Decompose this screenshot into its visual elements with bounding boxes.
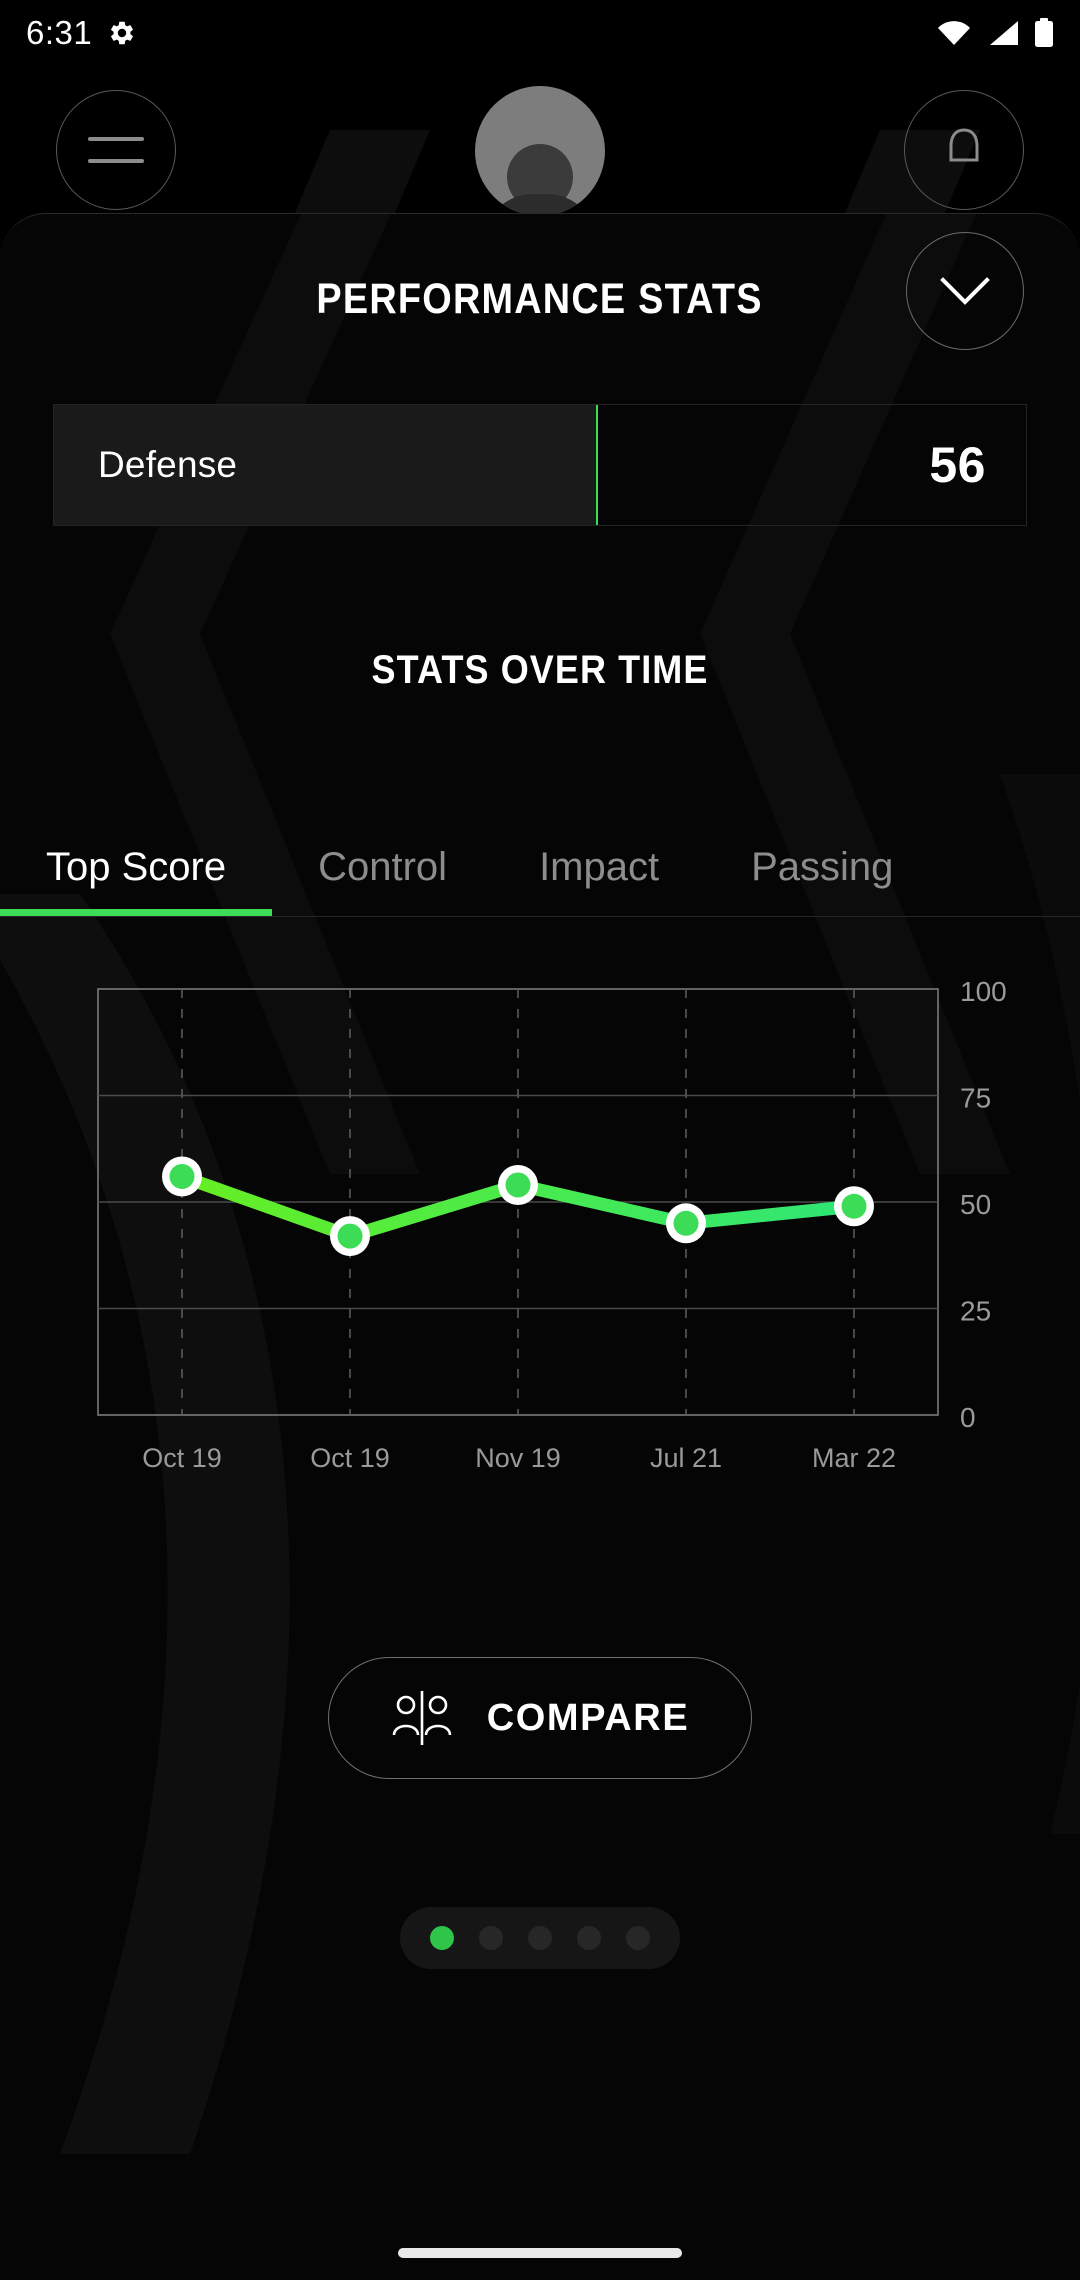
gear-icon [111,21,134,45]
performance-stats-sheet: PERFORMANCE STATS Defense 56 STATS OVER … [0,213,1080,2280]
compare-button[interactable]: COMPARE [327,1657,753,1779]
stats-tabs: Top Score Control Impact Passing [0,809,1080,917]
page-dot[interactable] [577,1926,601,1950]
tab-impact[interactable]: Impact [493,845,705,916]
collapse-sheet-button[interactable] [906,232,1024,350]
chart-xtick-label: Oct 19 [310,1443,390,1473]
line-chart-svg: 0 25 50 75 100 Oct 19 Oct 19 Nov 19 Jul 21 Mar 22 [97,976,1007,1473]
bell-icon [949,128,979,162]
sheet-header: PERFORMANCE STATS [0,214,1080,384]
hamburger-menu-button[interactable] [56,90,176,210]
pager-section [0,1907,1080,1969]
notifications-button[interactable] [904,90,1024,210]
chart-xtick-label: Jul 21 [650,1443,722,1473]
chart-point [505,1172,531,1198]
stat-row-defense[interactable]: Defense 56 [53,404,1027,526]
page-indicator[interactable] [400,1907,680,1969]
tab-top-score[interactable]: Top Score [0,845,273,916]
stat-value: 56 [929,437,986,493]
tab-control[interactable]: Control [272,845,493,916]
compare-section: COMPARE [0,1657,1080,1779]
page-title: PERFORMANCE STATS [316,274,764,323]
chevron-down-icon [940,277,990,305]
chart-xtick-label: Nov 19 [475,1443,561,1473]
stats-line-chart[interactable]: 0 25 50 75 100 Oct 19 Oct 19 Nov 19 Jul 21 Mar 22 [0,967,1080,1497]
chart-point [169,1163,195,1189]
status-bar: 6:31 [0,0,1080,66]
status-bar-clock: 6:31 [26,14,93,51]
page-dot[interactable] [626,1926,650,1950]
chart-point [841,1193,867,1219]
chart-point [673,1210,699,1236]
chart-ytick-label: 100 [960,976,1007,1007]
tab-passing[interactable]: Passing [705,845,939,916]
hamburger-menu-icon [88,137,144,163]
avatar[interactable] [475,86,605,216]
chart-point [337,1223,363,1249]
cellular-signal-icon [990,21,1018,45]
chart-ytick-label: 0 [960,1402,976,1433]
chart-xtick-label: Oct 19 [142,1443,222,1473]
wifi-icon [938,21,970,45]
chart-ytick-label: 50 [960,1189,991,1220]
page-dot[interactable] [479,1926,503,1950]
stat-label: Defense [98,444,238,485]
app-top-bar [0,86,1080,216]
page-dot[interactable] [528,1926,552,1950]
status-bar-indicators [936,18,1054,48]
section-title-stats-over-time: STATS OVER TIME [371,648,709,692]
compare-people-icon [392,1691,451,1745]
battery-icon [1035,18,1053,47]
compare-button-label: COMPARE [486,1696,690,1739]
chart-xtick-label: Mar 22 [812,1443,896,1473]
page-dot-active[interactable] [430,1926,454,1950]
chart-ytick-label: 25 [960,1296,991,1327]
chart-ytick-label: 75 [960,1083,991,1114]
android-gesture-bar[interactable] [398,2248,682,2258]
